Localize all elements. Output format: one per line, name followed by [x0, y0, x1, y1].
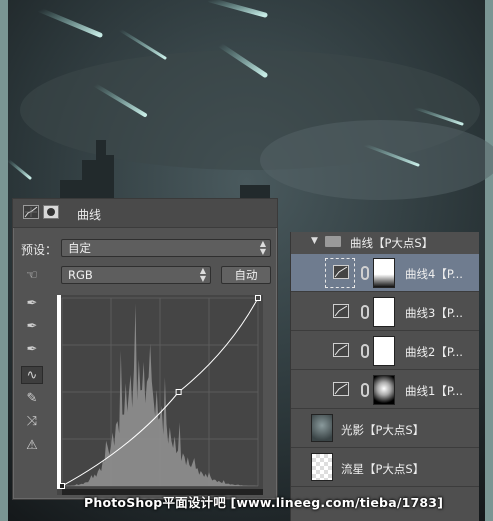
- smooth-curve-icon[interactable]: ⤨: [21, 413, 43, 431]
- curves-layer-icon: [333, 265, 349, 279]
- preset-value: 自定: [68, 241, 91, 255]
- white-point-eyedropper-icon[interactable]: ✒: [21, 341, 43, 359]
- output-gradient-bar: [57, 295, 61, 489]
- layer-mask-thumbnail[interactable]: [373, 297, 395, 327]
- link-chain-icon[interactable]: [361, 266, 369, 280]
- black-point-eyedropper-icon[interactable]: ✒: [21, 295, 43, 313]
- layer-name: 流星【P大点S】: [341, 462, 425, 476]
- curve-control-point[interactable]: [59, 483, 65, 489]
- layer-row-curves2[interactable]: 曲线2【P...: [291, 332, 479, 370]
- curve-control-point[interactable]: [255, 295, 261, 301]
- folder-icon: [325, 236, 341, 247]
- layer-row-curves4[interactable]: 曲线4【P...: [291, 254, 479, 292]
- select-arrows-icon: ▲ ▼: [199, 266, 206, 283]
- curves-properties-panel: 曲线 预设： 自定 ▲ ▼ ☜ RGB ▲ ▼ 自动 ✒ ✒ ✒ ∿ ✎ ⤨ ⚠: [12, 198, 278, 500]
- channel-select[interactable]: RGB ▲ ▼: [61, 266, 211, 284]
- layer-name: 光影【P大点S】: [341, 423, 425, 437]
- panel-title: 曲线: [77, 208, 102, 222]
- curves-adjustment-icon[interactable]: [23, 205, 39, 219]
- select-arrows-icon: ▲ ▼: [259, 239, 266, 256]
- target-adjustment-hand-icon[interactable]: ☜: [21, 267, 43, 285]
- layer-mask-thumbnail[interactable]: [373, 336, 395, 366]
- draw-pencil-icon[interactable]: ✎: [21, 390, 43, 408]
- layer-mask-icon[interactable]: [43, 205, 59, 219]
- layer-row-curves1[interactable]: 曲线1【P...: [291, 371, 479, 409]
- panel-header: 曲线: [13, 199, 277, 228]
- channel-value: RGB: [68, 268, 93, 282]
- link-chain-icon[interactable]: [361, 305, 369, 319]
- layer-name: 曲线1【P...: [405, 384, 463, 398]
- curves-layer-icon: [333, 304, 349, 318]
- gray-point-eyedropper-icon[interactable]: ✒: [21, 318, 43, 336]
- curve-control-point[interactable]: [175, 389, 182, 395]
- layer-mask-thumbnail[interactable]: [373, 375, 395, 405]
- group-name: 曲线【P大点S】: [350, 236, 434, 250]
- clipping-warning-icon[interactable]: ⚠: [21, 437, 43, 455]
- preset-select[interactable]: 自定 ▲ ▼: [61, 239, 271, 257]
- layer-row-light-shadow[interactable]: 光影【P大点S】: [291, 410, 479, 448]
- expand-arrow-icon[interactable]: ▼: [311, 236, 318, 246]
- curves-layer-icon: [333, 343, 349, 357]
- layer-group[interactable]: ▼ 曲线【P大点S】: [291, 232, 479, 252]
- curves-graph[interactable]: [57, 295, 263, 495]
- layer-row-curves3[interactable]: 曲线3【P...: [291, 293, 479, 331]
- layer-thumbnail[interactable]: [311, 453, 333, 481]
- preset-label: 预设：: [21, 243, 58, 257]
- layer-name: 曲线3【P...: [405, 306, 463, 320]
- edit-points-curve-icon[interactable]: ∿: [21, 366, 43, 384]
- link-chain-icon[interactable]: [361, 383, 369, 397]
- layer-name: 曲线2【P...: [405, 345, 463, 359]
- auto-button[interactable]: 自动: [221, 266, 271, 284]
- layer-mask-thumbnail[interactable]: [373, 258, 395, 288]
- layer-row-meteor[interactable]: 流星【P大点S】: [291, 449, 479, 487]
- curves-layer-icon: [333, 382, 349, 396]
- layer-thumbnail[interactable]: [311, 414, 333, 442]
- watermark-text: PhotoShop平面设计吧 [www.lineeg.com/tieba/178…: [84, 495, 444, 510]
- link-chain-icon[interactable]: [361, 344, 369, 358]
- layer-name: 曲线4【P...: [405, 267, 463, 281]
- layers-panel: ▼ 曲线【P大点S】 曲线4【P... 曲线3【P... 曲线2【P... 曲线…: [290, 232, 479, 521]
